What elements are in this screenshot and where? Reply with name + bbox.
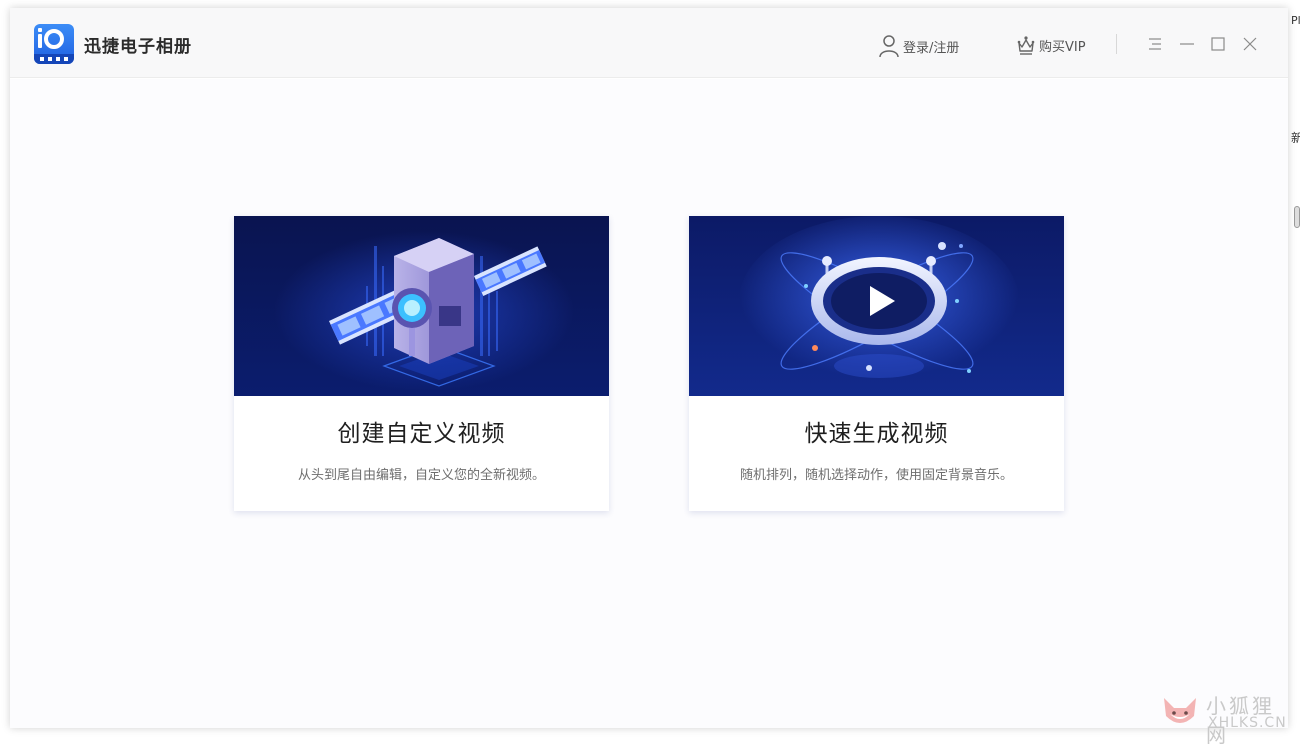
custom-video-illustration xyxy=(234,216,609,396)
main-content: 创建自定义视频 从头到尾自由编辑，自定义您的全新视频。 快速生成视频 随机排列，… xyxy=(10,79,1288,728)
card-title: 快速生成视频 xyxy=(804,421,949,447)
minimize-icon xyxy=(1180,43,1194,45)
watermark-en: XHLKS.CN xyxy=(1208,715,1287,731)
maximize-icon xyxy=(1211,37,1225,51)
close-icon xyxy=(1243,37,1257,51)
create-custom-video-card[interactable]: 创建自定义视频 从头到尾自由编辑，自定义您的全新视频。 xyxy=(234,216,609,511)
buy-vip-link[interactable]: 购买VIP xyxy=(1016,34,1086,56)
menu-button[interactable] xyxy=(1144,33,1166,55)
buy-vip-label: 购买VIP xyxy=(1039,39,1086,55)
quick-video-illustration xyxy=(689,216,1064,396)
quick-generate-video-card[interactable]: 快速生成视频 随机排列，随机选择动作，使用固定背景音乐。 xyxy=(689,216,1064,511)
crown-icon xyxy=(1017,36,1035,55)
background-scrollbar xyxy=(1294,206,1300,228)
background-window-text: Pl xyxy=(1291,14,1300,27)
card-description: 从头到尾自由编辑，自定义您的全新视频。 xyxy=(297,468,545,483)
watermark: 小狐狸网 XHLKS.CN xyxy=(1160,690,1296,747)
login-register-link[interactable]: 登录/注册 xyxy=(878,34,959,58)
fox-logo-icon xyxy=(1164,698,1196,723)
minimize-button[interactable] xyxy=(1176,33,1198,55)
app-window: 迅捷电子相册 登录/注册 购买VIP 创建自定义视频 从头到尾自由编辑，自定义您… xyxy=(10,8,1288,728)
maximize-button[interactable] xyxy=(1207,33,1229,55)
menu-icon xyxy=(1149,38,1161,50)
background-window-text: 新 xyxy=(1291,131,1300,145)
user-icon xyxy=(879,35,899,58)
title-bar: 迅捷电子相册 登录/注册 购买VIP xyxy=(10,8,1288,78)
card-description: 随机排列，随机选择动作，使用固定背景音乐。 xyxy=(739,468,1013,483)
card-title: 创建自定义视频 xyxy=(337,421,506,447)
close-button[interactable] xyxy=(1239,33,1261,55)
app-logo-icon xyxy=(34,24,74,64)
titlebar-divider xyxy=(1116,34,1117,54)
app-title: 迅捷电子相册 xyxy=(84,37,192,57)
login-register-label: 登录/注册 xyxy=(903,40,960,56)
